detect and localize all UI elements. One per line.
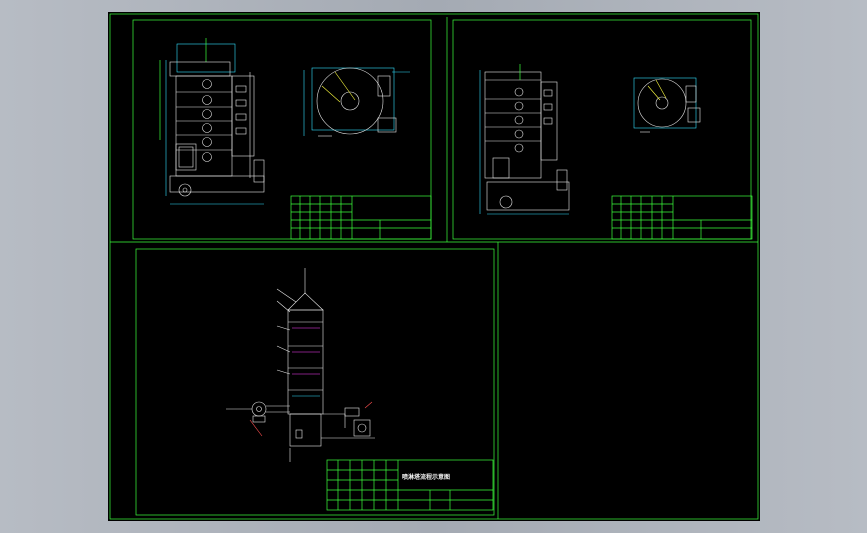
title-block-1 [290,195,432,240]
outer-frame [109,13,759,520]
sheet-2 [452,19,753,240]
process-flow-diagram [226,268,375,462]
tower-elevation-2 [479,64,570,215]
tower-elevation-1 [159,38,265,205]
sheet-3: 喷淋塔流程示意图 [135,248,495,516]
title-block-3-title: 喷淋塔流程示意图 [402,473,450,481]
title-block-2 [611,195,753,240]
title-block-3: 喷淋塔流程示意图 [326,459,494,511]
tower-plan-1 [303,67,410,137]
sheet-1-border [132,19,432,240]
sheet-2-border [452,19,752,240]
cad-drawing: 喷淋塔流程示意图 [109,13,759,520]
callout-labels [276,288,297,375]
sheet-1 [132,19,432,240]
tower-plan-2 [633,77,701,133]
